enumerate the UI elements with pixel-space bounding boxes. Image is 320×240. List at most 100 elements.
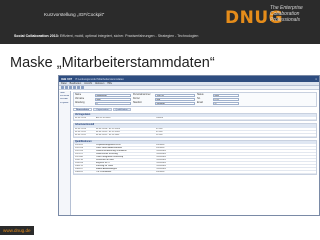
table-row[interactable]: 01.01.2011 01.01.2011 - 31.12.2011 38 Std xyxy=(74,134,316,137)
table-cell: 01.01.2011 xyxy=(75,133,86,136)
menu-item[interactable]: Datei xyxy=(61,82,67,85)
field-label: Status xyxy=(197,94,204,96)
tagline-rest: Effizient, mobil, optimal integriert, si… xyxy=(58,34,199,38)
app-toolbar xyxy=(59,86,319,90)
field-input[interactable]: Mitarbeiter xyxy=(95,94,131,97)
table-cell: Teilnahme xyxy=(156,152,166,155)
close-icon[interactable]: × xyxy=(315,77,317,81)
table-cell: 2011-11 xyxy=(75,152,83,155)
section: Qualifikationen 2013-01 Projektmanagement … xyxy=(73,139,317,175)
table-cell: 2009-07 xyxy=(75,167,84,170)
tab-organisation[interactable]: Organisation xyxy=(93,108,112,112)
table-cell: Teilnahme xyxy=(156,149,166,152)
master-data-form: Name Mitarbeiter Personalnummer 100235 S… xyxy=(73,92,317,107)
table-cell: 01.01.2013 xyxy=(75,127,86,130)
footer: www.dnug.de xyxy=(0,226,34,235)
table-cell: Zertifikat xyxy=(156,146,165,149)
field-input[interactable]: Stuttgart xyxy=(155,102,195,105)
table-cell: Zertifikat xyxy=(156,143,165,146)
table-cell: Mobile Anwendungen xyxy=(96,167,117,170)
field-label: Kürzel xyxy=(133,98,140,100)
field-input[interactable]: 0711 xyxy=(213,98,239,101)
table-cell: 01.01.2011 - 31.12.2011 xyxy=(96,133,120,136)
app-tabs: Stammdaten Organisation Qualifikation xyxy=(73,108,317,112)
field-label: Tel. xyxy=(197,98,201,100)
table-cell: Teilnahme xyxy=(156,155,166,158)
table-cell: 01.01.2012 - 31.12.2012 xyxy=(96,130,120,133)
table-cell: 01.01.2013 - 31.12.2013 xyxy=(96,127,120,130)
table-cell: Datenschutz Schulung xyxy=(96,152,118,155)
tab-stammdaten[interactable]: Stammdaten xyxy=(73,108,93,112)
toolbar-button-icon[interactable] xyxy=(81,86,84,89)
menu-item[interactable]: Bearbeiten xyxy=(70,82,82,85)
slide-header: Kurzvorstellung „IGF/Cockpit“ Social Col… xyxy=(0,0,320,44)
table-cell: Englisch für IT xyxy=(96,161,110,164)
table-cell: 2012-05 xyxy=(75,149,84,152)
table-cell: Vollzeit xyxy=(156,117,163,120)
menu-item[interactable]: Aktionen xyxy=(95,82,104,85)
app-subtitle: IT-Lenkungsmodul Mitarbeiterstammdaten xyxy=(75,77,124,81)
table-cell: 2010-10 xyxy=(75,158,84,161)
field-label: Abteilung xyxy=(75,102,85,104)
toolbar-button-icon[interactable] xyxy=(69,86,72,89)
field-input[interactable]: @ xyxy=(213,102,239,105)
table-cell: 40 Std xyxy=(156,127,163,130)
field-label: Email xyxy=(197,102,203,104)
field-input[interactable]: 100235 xyxy=(155,94,195,97)
tab-qualifikation[interactable]: Qualifikation xyxy=(112,108,131,112)
table-cell: Office Integration Workshop xyxy=(96,155,124,158)
table-cell: 38 Std xyxy=(156,133,163,136)
table-cell: 40 Std xyxy=(156,130,163,133)
table-cell: 2009-02 xyxy=(75,170,84,173)
table-cell: Projektmanagement Kurs xyxy=(96,143,121,146)
table-cell: 2009-12 xyxy=(75,164,84,167)
logo-sub-line: Professionals xyxy=(270,17,301,23)
table-cell: Teilnahme xyxy=(156,164,166,167)
page-title: Maske „Mitarbeiterstammdaten“ xyxy=(10,55,215,71)
table-cell: Teilnahme xyxy=(156,167,166,170)
toolbar-button-icon[interactable] xyxy=(73,86,76,89)
footer-url[interactable]: www.dnug.de xyxy=(3,228,31,233)
app-main: Name Mitarbeiter Personalnummer 100235 S… xyxy=(71,91,319,215)
toolbar-button-icon[interactable] xyxy=(61,86,64,89)
app-screenshot: IGB 007 IT-Lenkungsmodul Mitarbeiterstam… xyxy=(58,75,320,216)
table-cell: Zertifikat xyxy=(156,170,165,173)
menu-item[interactable]: Hilfe xyxy=(107,82,112,85)
field-input[interactable]: MM xyxy=(155,98,195,101)
toolbar-button-icon[interactable] xyxy=(77,86,80,89)
table-cell: bis 31.12.2013 xyxy=(96,117,111,120)
section: Vertragsdaten 01.01.2013 bis 31.12.2013 Vol… xyxy=(73,113,317,122)
table-cell: Teilnahme xyxy=(156,158,166,161)
menu-item[interactable]: Ansicht xyxy=(84,82,92,85)
table-cell: Führung im Team xyxy=(96,164,113,167)
table-cell: Lotus Notes Administration xyxy=(96,146,123,149)
section: Arbeitszeitmodell 01.01.2013 01.01.2013 - … xyxy=(73,123,317,138)
app-body: Start Personal Kontakt Projekte Name Mit… xyxy=(59,91,319,215)
tagline-bold: Social Collaboration 2013: xyxy=(14,34,59,38)
header-tagline: Social Collaboration 2013: Effizient, mo… xyxy=(14,34,198,38)
field-input[interactable]: aktiv xyxy=(213,94,239,97)
table-cell: Teilnahme xyxy=(156,161,166,164)
field-input[interactable]: IT xyxy=(95,102,131,105)
table-cell: ITIL Foundation xyxy=(96,170,112,173)
toolbar-button-icon[interactable] xyxy=(65,86,68,89)
nav-item[interactable]: Projekte xyxy=(59,102,70,105)
field-label: Standort xyxy=(133,102,142,104)
table-cell: 2010-04 xyxy=(75,161,84,164)
table-cell: 01.01.2013 xyxy=(75,117,86,120)
header-title: Kurzvorstellung „IGF/Cockpit“ xyxy=(44,12,105,17)
app-title: IGB 007 xyxy=(61,77,73,81)
field-label: Personalnummer xyxy=(133,94,151,96)
table-cell: 2012-09 xyxy=(75,146,84,149)
table-cell: 01.01.2012 xyxy=(75,130,86,133)
table-cell: Domino Entwicklung Grundkurs xyxy=(96,149,127,152)
sections-container: Vertragsdaten 01.01.2013 bis 31.12.2013 Vol… xyxy=(73,113,317,175)
table-cell: 2011-06 xyxy=(75,155,83,158)
logo-subtitle: The Enterprise Collaboration Professiona… xyxy=(270,5,320,23)
app-nav: Start Personal Kontakt Projekte xyxy=(59,91,71,215)
table-row[interactable]: 01.01.2013 bis 31.12.2013 Vollzeit xyxy=(74,117,316,121)
field-label: Vorname xyxy=(75,98,85,100)
field-input[interactable]: Max xyxy=(95,98,131,101)
table-cell: 2013-01 xyxy=(75,143,84,146)
table-row[interactable]: 2009-02 ITIL Foundation Zertifikat xyxy=(74,171,316,174)
